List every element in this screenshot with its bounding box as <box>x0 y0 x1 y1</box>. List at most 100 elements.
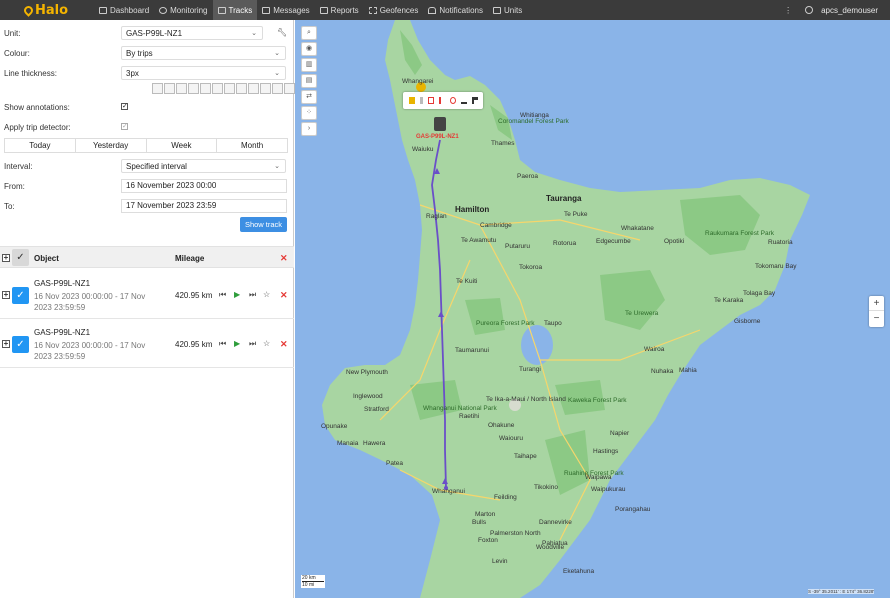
search-icon[interactable]: ⌕ <box>301 26 317 40</box>
col-object: Object <box>34 254 59 263</box>
nav-dashboard[interactable]: Dashboard <box>94 0 154 20</box>
nodes-icon[interactable]: ⁘ <box>301 106 317 120</box>
nav-tracks[interactable]: Tracks <box>212 0 258 20</box>
chevron-right-icon[interactable]: › <box>301 122 317 136</box>
nav-units[interactable]: Units <box>488 0 527 20</box>
expand-icon[interactable]: + <box>2 291 10 299</box>
nav-geofences[interactable]: Geofences <box>364 0 424 20</box>
unit-color-icon <box>408 97 415 104</box>
select-all-checkbox[interactable]: ✓ <box>12 249 29 266</box>
nav-label: Reports <box>330 5 359 15</box>
row-interval: 16 Nov 2023 00:00:00 - 17 Nov 2023 23:59… <box>34 292 146 312</box>
cursor-coordinates: S -39° 35.2011' : E 174° 36.8228' <box>808 589 875 594</box>
thickness-select[interactable]: 3px ⌄ <box>121 66 286 80</box>
more-menu-icon[interactable]: ⋮ <box>784 6 792 15</box>
option-icon[interactable] <box>152 83 163 94</box>
clock-icon[interactable] <box>449 97 456 104</box>
unit-popup-toolbar <box>403 92 483 109</box>
delete-track-icon[interactable]: ✕ <box>280 290 288 301</box>
thickness-label: Line thickness: <box>4 69 57 78</box>
delete-track-icon[interactable]: ✕ <box>280 339 288 350</box>
scale-imperial: 10 mi <box>302 582 315 588</box>
map-place-label: Taupo <box>544 320 562 327</box>
from-date-input[interactable]: 16 November 2023 00:00 <box>121 179 287 193</box>
signal-icon[interactable] <box>438 97 445 104</box>
map-place-label: Te Urewera <box>625 310 659 317</box>
expand-icon[interactable]: + <box>2 340 10 348</box>
map-place-label: Turangi <box>519 366 541 373</box>
option-icon[interactable] <box>200 83 211 94</box>
tab-month[interactable]: Month <box>217 139 287 152</box>
show-track-button[interactable]: Show track <box>240 217 287 232</box>
nav-label: Messages <box>273 5 310 15</box>
option-icon[interactable] <box>188 83 199 94</box>
row-object-name: GAS-P99L-NZ1 <box>34 328 91 337</box>
route-icon[interactable]: ⇄ <box>301 90 317 104</box>
fast-forward-icon[interactable]: ⏭ <box>249 290 256 300</box>
map-place-label: Thames <box>491 140 515 147</box>
option-icon[interactable] <box>224 83 235 94</box>
battery-icon[interactable] <box>427 97 434 104</box>
wrench-icon[interactable]: 🔧︎ <box>277 28 287 37</box>
expand-all-icon[interactable]: + <box>2 254 10 262</box>
zoom-out-button[interactable]: − <box>869 311 884 326</box>
interval-select[interactable]: Specified interval ⌄ <box>121 159 286 173</box>
geofence-icon <box>368 6 377 14</box>
bar-chart-icon <box>99 6 107 14</box>
nav-label: Monitoring <box>170 5 208 15</box>
flag-icon[interactable] <box>471 97 478 104</box>
zoom-control: + − <box>869 296 884 327</box>
map-place-label: Edgecumbe <box>596 238 631 245</box>
map-place-label: Hawera <box>363 440 386 447</box>
map-place-label: Feilding <box>494 494 517 501</box>
play-icon[interactable]: ▶ <box>234 290 240 299</box>
eye-icon[interactable]: ◉ <box>301 42 317 56</box>
nav-messages[interactable]: Messages <box>257 0 314 20</box>
map-place-label: Woodville <box>536 544 565 551</box>
tab-week[interactable]: Week <box>147 139 218 152</box>
username[interactable]: apcs_demouser <box>821 6 878 15</box>
nav-monitoring[interactable]: Monitoring <box>154 0 212 20</box>
option-icon[interactable] <box>236 83 247 94</box>
zoom-in-button[interactable]: + <box>869 296 884 311</box>
option-icon[interactable] <box>272 83 283 94</box>
map-place-label: Taihape <box>514 453 537 460</box>
nav-reports[interactable]: Reports <box>315 0 364 20</box>
row-checkbox[interactable]: ✓ <box>12 336 29 353</box>
ruler-icon[interactable]: ▤ <box>301 74 317 88</box>
unit-label: Unit: <box>4 29 21 38</box>
from-label: From: <box>4 182 25 191</box>
chart-icon[interactable] <box>460 97 467 104</box>
chevron-down-icon: ⌄ <box>274 70 280 77</box>
fast-forward-icon[interactable]: ⏭ <box>249 339 256 349</box>
map-place-label: Tauranga <box>546 194 582 203</box>
map-place-label: Paeroa <box>517 173 538 180</box>
halo-logo[interactable]: Halo <box>22 3 94 18</box>
option-icon[interactable] <box>284 83 295 94</box>
rewind-icon[interactable]: ⏮ <box>219 290 226 300</box>
layers-icon[interactable]: ▥ <box>301 58 317 72</box>
map-view[interactable]: Hamilton Tauranga Whangarei Waiuku Thames Whi… <box>295 20 890 598</box>
option-icon[interactable] <box>212 83 223 94</box>
geofence-create-icon[interactable]: ☆ <box>263 339 270 348</box>
map-place-label: Whanganui National Park <box>423 405 497 412</box>
annotation-options-toolbar <box>152 83 295 94</box>
trip-detector-checkbox[interactable]: ✓ <box>121 123 128 130</box>
tab-yesterday[interactable]: Yesterday <box>76 139 147 152</box>
unit-select[interactable]: GAS-P99L-NZ1 ⌄ <box>121 26 263 40</box>
option-icon[interactable] <box>176 83 187 94</box>
play-icon[interactable]: ▶ <box>234 339 240 348</box>
delete-all-icon[interactable]: ✕ <box>280 253 288 264</box>
option-icon[interactable] <box>248 83 259 94</box>
nav-notifications[interactable]: Notifications <box>423 0 488 20</box>
option-icon[interactable] <box>164 83 175 94</box>
annotations-checkbox[interactable]: ✓ <box>121 103 128 110</box>
row-checkbox[interactable]: ✓ <box>12 287 29 304</box>
to-date-input[interactable]: 17 November 2023 23:59 <box>121 199 287 213</box>
geofence-create-icon[interactable]: ☆ <box>263 290 270 299</box>
option-icon[interactable] <box>260 83 271 94</box>
tab-today[interactable]: Today <box>5 139 76 152</box>
main-nav: Dashboard Monitoring Tracks Messages Rep… <box>94 0 527 20</box>
rewind-icon[interactable]: ⏮ <box>219 339 226 349</box>
colour-select[interactable]: By trips ⌄ <box>121 46 286 60</box>
